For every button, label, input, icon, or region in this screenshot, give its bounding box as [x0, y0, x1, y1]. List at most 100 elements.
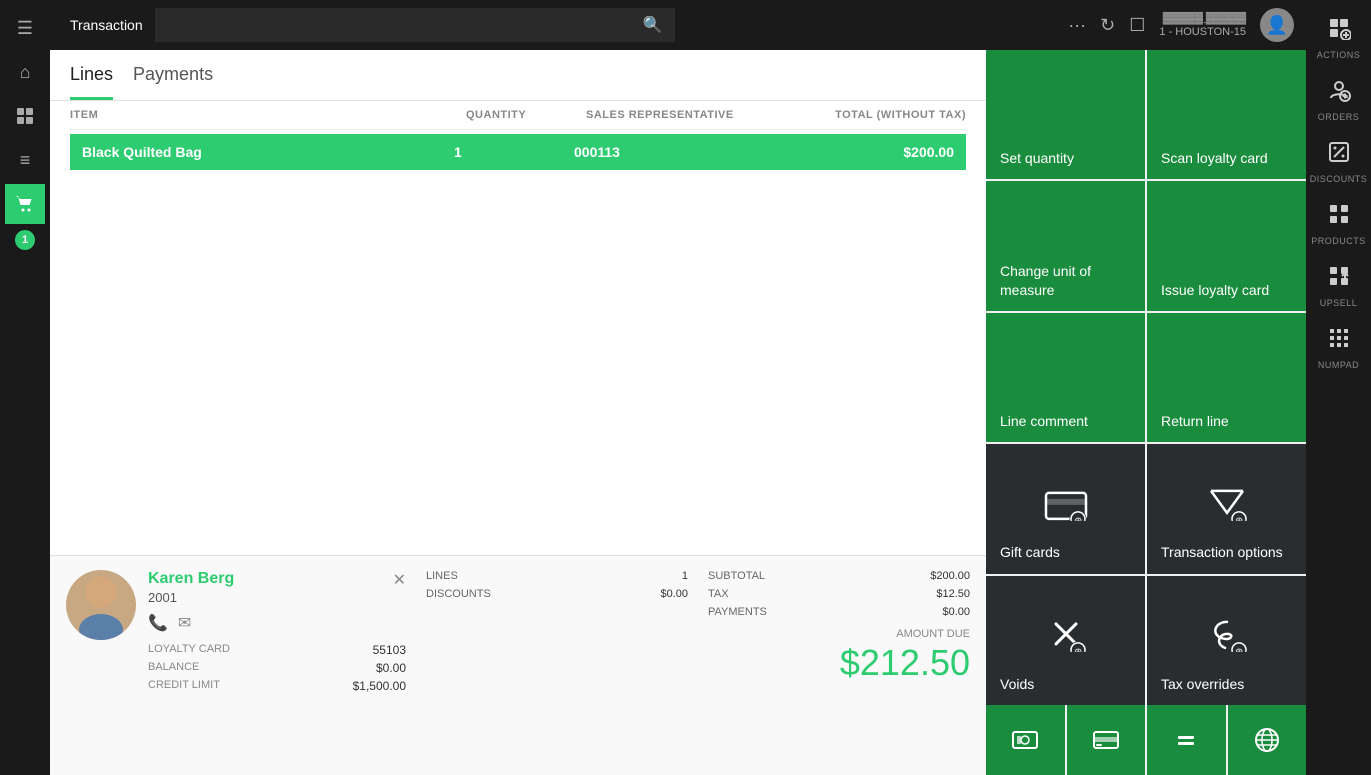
- discounts-icon: [1327, 140, 1351, 170]
- refresh-icon[interactable]: ↻: [1100, 15, 1115, 36]
- svg-text:⊕: ⊕: [1074, 647, 1082, 652]
- transaction-options-button[interactable]: ⊕ Transaction options: [1147, 444, 1306, 573]
- sidebar-item-upsell[interactable]: UPSELL: [1309, 256, 1369, 316]
- tax-row: TAX $12.50: [708, 588, 970, 600]
- set-quantity-label: Set quantity: [1000, 149, 1074, 167]
- search-input[interactable]: [167, 17, 643, 33]
- set-quantity-button[interactable]: Set quantity: [986, 50, 1145, 179]
- scan-loyalty-button[interactable]: Scan loyalty card: [1147, 50, 1306, 179]
- tab-payments[interactable]: Payments: [133, 64, 213, 100]
- sidebar-list-icon[interactable]: ≡: [5, 140, 45, 180]
- sidebar-item-orders[interactable]: ORDERS: [1309, 70, 1369, 130]
- content-area: Lines Payments ITEM QUANTITY SALES REPRE…: [50, 50, 1306, 775]
- customer-meta: LOYALTY CARD 55103 BALANCE $0.00 CREDIT …: [148, 643, 406, 693]
- search-box[interactable]: 🔍: [155, 8, 675, 42]
- svg-text:⊕: ⊕: [1235, 647, 1243, 652]
- sidebar-item-actions[interactable]: ACTIONS: [1309, 8, 1369, 68]
- globe-button[interactable]: [1228, 705, 1307, 775]
- sidebar-item-discounts[interactable]: DISCOUNTS: [1309, 132, 1369, 192]
- numpad-label: NUMPAD: [1318, 360, 1359, 370]
- voids-label: Voids: [1000, 675, 1034, 693]
- row-rep: 000113: [574, 144, 754, 160]
- return-line-button[interactable]: Return line: [1147, 313, 1306, 442]
- subtotal-row: SUBTOTAL $200.00: [708, 570, 970, 582]
- email-icon[interactable]: ✉: [178, 613, 191, 633]
- numpad-icon: [1327, 326, 1351, 356]
- right-sidebar: ACTIONS ORDERS DISCOUNTS: [1306, 0, 1371, 775]
- col-rep: SALES REPRESENTATIVE: [586, 109, 766, 121]
- voids-icon-area: ⊕: [1044, 616, 1088, 656]
- store-info: 1 - HOUSTON-15: [1159, 26, 1246, 38]
- tax-overrides-icon-area: ⊕: [1205, 616, 1249, 656]
- bottom-actions: [986, 705, 1306, 775]
- table-row[interactable]: Black Quilted Bag 1 000113 $200.00: [70, 134, 966, 170]
- orders-label: ORDERS: [1318, 112, 1360, 122]
- change-unit-button[interactable]: Change unit of measure: [986, 181, 1145, 310]
- upsell-label: UPSELL: [1320, 298, 1358, 308]
- line-comment-label: Line comment: [1000, 412, 1088, 430]
- customer-contacts: 📞 ✉: [148, 613, 406, 633]
- issue-loyalty-button[interactable]: Issue loyalty card: [1147, 181, 1306, 310]
- equals-button[interactable]: [1147, 705, 1226, 775]
- orders-icon: [1327, 78, 1351, 108]
- discounts-label: DISCOUNTS: [1310, 174, 1368, 184]
- top-bar-actions: ··· ↻ ☐ ▓▓▓▓▓ ▓▓▓▓▓ 1 - HOUSTON-15 👤: [1068, 8, 1294, 42]
- products-icon: [1327, 202, 1351, 232]
- issue-loyalty-label: Issue loyalty card: [1161, 281, 1269, 299]
- discounts-row: DISCOUNTS $0.00: [426, 588, 688, 600]
- transaction-options-icon-area: ⊕: [1205, 485, 1249, 525]
- customer-info: ✕ Karen Berg 2001 📞 ✉ LOYALTY CARD 55103: [66, 570, 406, 761]
- sidebar-item-numpad[interactable]: NUMPAD: [1309, 318, 1369, 378]
- change-unit-label: Change unit of measure: [1000, 262, 1131, 298]
- search-icon: 🔍: [643, 15, 663, 35]
- phone-icon[interactable]: 📞: [148, 613, 168, 633]
- action-grid: Set quantity Scan loyalty card Change un…: [986, 50, 1306, 705]
- customer-avatar: [66, 570, 136, 640]
- transaction-options-label: Transaction options: [1161, 543, 1283, 561]
- row-item: Black Quilted Bag: [82, 144, 454, 160]
- row-quantity: 1: [454, 144, 574, 160]
- balance-row: BALANCE $0.00: [148, 661, 406, 675]
- sidebar-products-icon[interactable]: [5, 96, 45, 136]
- main-content: Transaction 🔍 ··· ↻ ☐ ▓▓▓▓▓ ▓▓▓▓▓ 1 - HO…: [50, 0, 1306, 775]
- sidebar-item-products[interactable]: PRODUCTS: [1309, 194, 1369, 254]
- card-button[interactable]: [1067, 705, 1146, 775]
- tax-overrides-button[interactable]: ⊕ Tax overrides: [1147, 576, 1306, 705]
- user-name: ▓▓▓▓▓ ▓▓▓▓▓: [1163, 12, 1246, 24]
- close-customer-button[interactable]: ✕: [393, 570, 406, 590]
- amount-due-label: AMOUNT DUE: [708, 628, 970, 640]
- col-total: TOTAL (WITHOUT TAX): [766, 109, 966, 121]
- app-title: Transaction: [70, 17, 143, 33]
- summary-left: LINES 1 DISCOUNTS $0.00: [426, 570, 688, 761]
- tab-lines[interactable]: Lines: [70, 64, 113, 100]
- voids-button[interactable]: ⊕ Voids: [986, 576, 1145, 705]
- more-options-icon[interactable]: ···: [1068, 15, 1086, 36]
- cash-button[interactable]: [986, 705, 1065, 775]
- amount-due-value: $212.50: [708, 642, 970, 684]
- customer-details: ✕ Karen Berg 2001 📞 ✉ LOYALTY CARD 55103: [148, 570, 406, 761]
- top-bar: Transaction 🔍 ··· ↻ ☐ ▓▓▓▓▓ ▓▓▓▓▓ 1 - HO…: [50, 0, 1306, 50]
- summary-right: SUBTOTAL $200.00 TAX $12.50 PAYMENTS $0.…: [708, 570, 970, 761]
- scan-loyalty-label: Scan loyalty card: [1161, 149, 1268, 167]
- row-total: $200.00: [754, 144, 954, 160]
- actions-icon: [1327, 16, 1351, 46]
- user-avatar[interactable]: 👤: [1260, 8, 1294, 42]
- customer-panel: ✕ Karen Berg 2001 📞 ✉ LOYALTY CARD 55103: [50, 555, 986, 775]
- line-comment-button[interactable]: Line comment: [986, 313, 1145, 442]
- gift-cards-button[interactable]: ⊕ Gift cards: [986, 444, 1145, 573]
- actions-label: ACTIONS: [1317, 50, 1361, 60]
- cart-badge: 1: [15, 230, 35, 250]
- col-item: ITEM: [70, 109, 466, 121]
- customer-id: 2001: [148, 590, 406, 605]
- products-label: PRODUCTS: [1311, 236, 1366, 246]
- sidebar-home-icon[interactable]: ⌂: [5, 52, 45, 92]
- svg-text:⊕: ⊕: [1074, 516, 1082, 521]
- sidebar-menu-icon[interactable]: ☰: [5, 8, 45, 48]
- gift-cards-icon-area: ⊕: [1044, 485, 1088, 525]
- table-header: ITEM QUANTITY SALES REPRESENTATIVE TOTAL…: [70, 101, 966, 130]
- return-line-label: Return line: [1161, 412, 1229, 430]
- customer-name: Karen Berg: [148, 570, 406, 588]
- order-summary: LINES 1 DISCOUNTS $0.00 SUBTOTAL $200.00: [426, 570, 970, 761]
- sidebar-cart-icon[interactable]: [5, 184, 45, 224]
- display-icon[interactable]: ☐: [1129, 15, 1145, 36]
